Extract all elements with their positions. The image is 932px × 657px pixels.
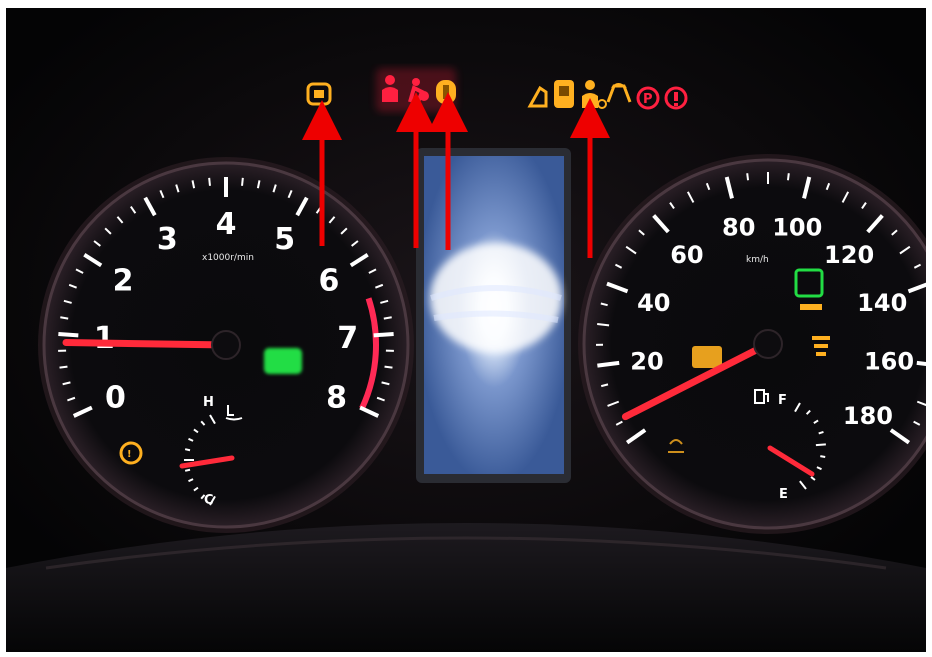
- tachometer-tick: [373, 332, 394, 338]
- center-display-glare: [430, 243, 562, 353]
- center-display: [416, 148, 571, 483]
- fuel-tick: [815, 443, 826, 447]
- tachometer-numeral: 1: [94, 321, 115, 356]
- instrument-cluster: 0 1 23 4 56 7 8 x1000r/min ! H C 20406080 10…: [6, 8, 926, 652]
- speedometer-tick: [597, 323, 610, 327]
- engine-oil-icon: [436, 80, 456, 104]
- instrument-cluster-photo: 0 1 23 4 56 7 8 x1000r/min ! H C 20 40 60 80 1…: [6, 8, 926, 652]
- tachometer-numeral: 2: [113, 263, 134, 298]
- speedometer-unit: km/h: [746, 255, 769, 265]
- speedometer-numeral: 140: [857, 289, 907, 317]
- tachometer-numeral: 5: [274, 222, 295, 257]
- speedometer-tick: [746, 173, 750, 181]
- tachometer-unit: x1000r/min: [202, 253, 254, 263]
- tachometer-tick: [241, 177, 244, 186]
- tachometer-tick: [58, 332, 79, 338]
- temperature-tick: [184, 468, 191, 472]
- fuel-full-label: F: [778, 393, 787, 408]
- tachometer-numeral: 8: [326, 381, 347, 416]
- tachometer-hub: [211, 330, 241, 360]
- photo-scene: 0 1 23 4 56 7 8 x1000r/min ! H C 20 40 60 80 1…: [0, 0, 932, 657]
- temperature-tick: [184, 448, 191, 452]
- cruise-indicator-icon: [692, 346, 722, 368]
- tachometer-numeral: 4: [216, 207, 237, 242]
- trunk-icon: [554, 80, 574, 108]
- temperature-cold-label: C: [204, 493, 214, 508]
- speedometer-numeral: 40: [637, 289, 670, 317]
- speedometer-numeral: 20: [630, 347, 663, 375]
- svg-text:P: P: [643, 92, 653, 107]
- speedometer-numeral: 60: [670, 241, 703, 269]
- speedometer-numeral: 160: [864, 347, 914, 375]
- fuel-tick: [820, 455, 826, 459]
- fog-light-icon: [800, 304, 822, 310]
- fuel-empty-label: E: [779, 487, 788, 502]
- speedometer-tick: [597, 360, 620, 368]
- tachometer-tick: [208, 177, 211, 186]
- tachometer-needle: [62, 339, 216, 349]
- tachometer-numeral: 7: [337, 321, 358, 356]
- temperature-hot-label: H: [203, 395, 214, 410]
- tachometer-numeral: 0: [105, 381, 126, 416]
- speedometer-numeral: 120: [824, 241, 874, 269]
- speedometer-numeral: 100: [772, 214, 822, 242]
- tachometer-tick: [384, 365, 393, 369]
- tachometer-tick: [60, 316, 69, 320]
- tachometer-tick: [383, 316, 392, 320]
- speedometer-numeral: 80: [722, 214, 755, 242]
- speedometer-hub: [753, 329, 783, 359]
- tachometer-numeral: 3: [157, 222, 178, 257]
- tachometer-tick: [59, 365, 68, 369]
- tachometer: 0 1 23 4 56 7 8 x1000r/min ! H C: [38, 157, 414, 533]
- tachometer-numeral: 6: [318, 263, 339, 298]
- tpms-warning-glyph: !: [127, 449, 132, 460]
- speedometer-numeral: 180: [843, 402, 893, 430]
- shift-indicator-icon: [264, 348, 302, 374]
- speedometer-tick: [786, 173, 790, 181]
